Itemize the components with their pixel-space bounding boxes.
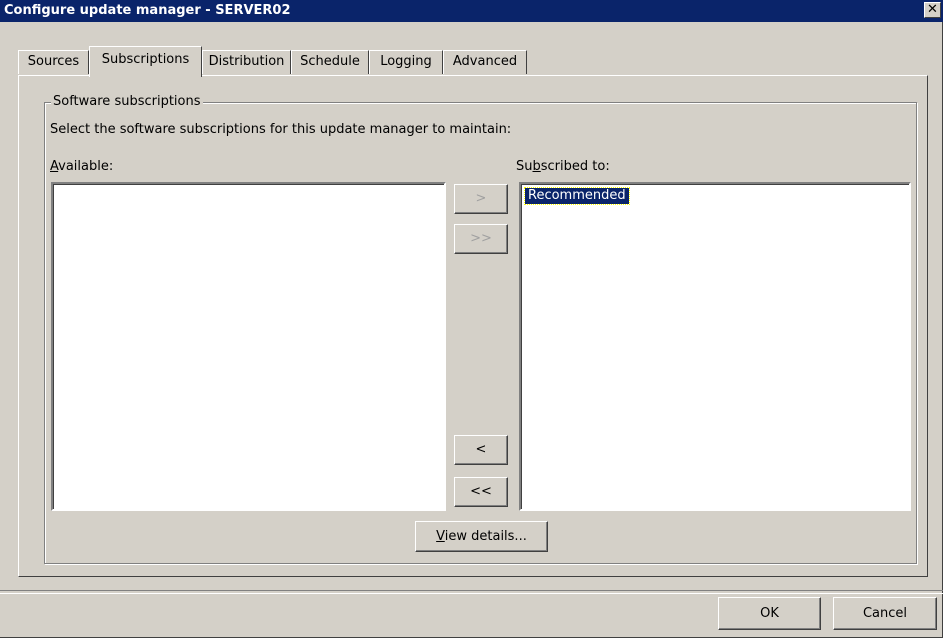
tab-subscriptions[interactable]: Subscriptions — [89, 46, 202, 77]
tab-label: Advanced — [452, 54, 518, 69]
group-description: Select the software subscriptions for th… — [50, 122, 512, 137]
tab-label: Sources — [27, 54, 80, 69]
view-details-button[interactable]: View details... — [415, 521, 548, 552]
remove-button[interactable]: < — [454, 435, 508, 465]
add-button[interactable]: > — [454, 184, 508, 214]
tab-label: Subscriptions — [101, 52, 190, 67]
footer-separator — [0, 590, 943, 594]
tab-logging[interactable]: Logging — [369, 50, 443, 74]
available-label: Available: — [50, 159, 114, 174]
title-bar[interactable]: Configure update manager - SERVER02 ✕ — [0, 0, 943, 22]
tab-sources[interactable]: Sources — [18, 50, 89, 74]
subscribed-label: Subscribed to: — [516, 159, 610, 174]
tab-schedule[interactable]: Schedule — [291, 50, 369, 74]
ok-button[interactable]: OK — [718, 597, 821, 630]
close-button[interactable]: ✕ — [924, 2, 941, 18]
tab-distribution[interactable]: Distribution — [202, 50, 291, 74]
dialog-window: Configure update manager - SERVER02 ✕ So… — [0, 0, 943, 638]
close-icon: ✕ — [927, 2, 938, 17]
list-item-recommended[interactable]: Recommended — [524, 187, 630, 205]
remove-all-button[interactable]: << — [454, 477, 508, 507]
add-all-button[interactable]: >> — [454, 224, 508, 254]
available-listbox[interactable] — [51, 182, 446, 511]
tab-label: Distribution — [208, 54, 285, 69]
window-title: Configure update manager - SERVER02 — [4, 3, 291, 18]
tab-advanced[interactable]: Advanced — [443, 50, 527, 74]
tab-panel-subscriptions: Software subscriptions Select the softwa… — [18, 75, 928, 577]
subscribed-listbox[interactable]: Recommended — [519, 182, 911, 511]
group-title: Software subscriptions — [51, 94, 203, 109]
tab-label: Logging — [380, 54, 432, 69]
tab-label: Schedule — [300, 54, 360, 69]
cancel-button[interactable]: Cancel — [833, 597, 937, 630]
